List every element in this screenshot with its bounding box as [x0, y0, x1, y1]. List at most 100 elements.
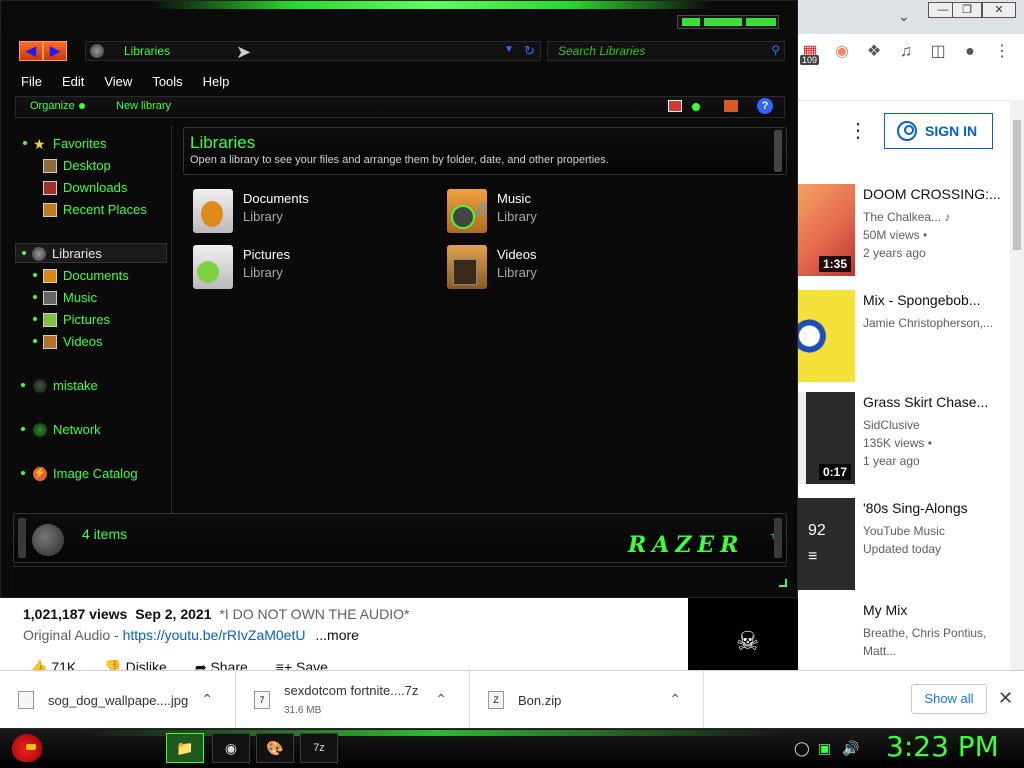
video-thumbnail[interactable]: [798, 290, 855, 382]
library-videos[interactable]: Videos Library: [447, 243, 647, 291]
video-title[interactable]: '80s Sing-Alongs: [863, 498, 1013, 518]
video-title[interactable]: Mix - Spongebob...: [863, 290, 1013, 310]
video-title[interactable]: DOOM CROSSING:...: [863, 184, 1013, 204]
nav-pictures[interactable]: Pictures: [11, 310, 171, 330]
chevron-up-icon[interactable]: ⌃: [435, 691, 447, 708]
download-item[interactable]: Z Bon.zip ⌃: [470, 671, 704, 729]
chevron-up-icon[interactable]: ⌃: [201, 691, 213, 708]
tab-search-chevron-icon[interactable]: ⌄: [898, 8, 910, 25]
search-input[interactable]: Search Libraries ⚲: [547, 41, 785, 61]
nav-music[interactable]: Music: [11, 288, 171, 308]
upload-age: 2 years ago: [863, 246, 926, 260]
profile-avatar-icon[interactable]: ●: [960, 42, 980, 62]
side-panel-icon[interactable]: ◫: [928, 42, 948, 62]
menu-tools[interactable]: Tools: [142, 71, 192, 93]
explorer-icon[interactable]: 📁: [166, 733, 204, 763]
new-library-button[interactable]: New library: [116, 100, 171, 112]
flag-extension-icon[interactable]: ◉: [832, 42, 852, 62]
puzzle-extensions-icon[interactable]: ❖: [864, 42, 884, 62]
video-thumbnail[interactable]: 0:17: [798, 392, 855, 484]
download-item[interactable]: sog_dog_wallpape....jpg ⌃: [0, 671, 236, 729]
download-filename: sog_dog_wallpape....jpg: [48, 693, 189, 708]
scrollbar-thumb[interactable]: [1013, 120, 1021, 250]
back-button[interactable]: ◀: [19, 41, 43, 61]
menu-help[interactable]: Help: [193, 71, 240, 93]
paint-icon[interactable]: 🎨: [256, 733, 294, 763]
taskbar-clock[interactable]: 3:23 PM: [886, 730, 999, 763]
close-window-icon[interactable]: [746, 18, 776, 26]
resize-grip-icon[interactable]: [779, 579, 787, 587]
menu-view[interactable]: View: [94, 71, 142, 93]
start-button[interactable]: [8, 730, 48, 766]
library-documents[interactable]: Documents Library: [193, 187, 393, 235]
channel-name[interactable]: SidClusive: [863, 416, 1013, 434]
volume-icon[interactable]: 🔊: [842, 740, 859, 757]
window-caption-buttons[interactable]: [677, 15, 779, 29]
chrome-icon[interactable]: ◉: [212, 733, 250, 763]
channel-name[interactable]: The Chalkea...: [863, 210, 941, 224]
recommendation-item[interactable]: My Mix Breathe, Chris Pontius, Matt...: [798, 600, 1024, 670]
maximize-icon[interactable]: [704, 18, 742, 26]
minimize-icon[interactable]: [682, 18, 700, 26]
close-button[interactable]: ✕: [982, 2, 1016, 18]
restore-button[interactable]: ❐: [952, 2, 982, 18]
status-bar: [13, 566, 787, 592]
view-dropdown-icon[interactable]: [692, 103, 700, 111]
nav-recent-places[interactable]: Recent Places: [11, 200, 171, 220]
nav-network[interactable]: Network: [11, 420, 171, 440]
nav-videos[interactable]: Videos: [11, 332, 171, 352]
chevron-down-icon[interactable]: ▼: [504, 44, 514, 55]
preview-pane-icon[interactable]: [724, 100, 738, 112]
search-placeholder: Search Libraries: [558, 44, 646, 58]
view-options-icon[interactable]: [668, 100, 682, 112]
video-title[interactable]: My Mix: [863, 600, 1013, 620]
library-name: Documents: [243, 191, 309, 206]
library-pictures[interactable]: Pictures Library: [193, 243, 393, 291]
video-thumbnail[interactable]: 1:35: [798, 184, 855, 276]
playlist-thumbnail[interactable]: 92 ≡: [798, 498, 855, 590]
youtube-more-icon[interactable]: ⋮: [848, 118, 868, 143]
menu-edit[interactable]: Edit: [52, 71, 94, 93]
refresh-icon[interactable]: ↻: [524, 43, 535, 59]
browser-menu-icon[interactable]: ⋮: [992, 42, 1012, 62]
audio-link[interactable]: https://youtu.be/rRIvZaM0etU: [123, 627, 306, 643]
nav-image-catalog[interactable]: ⚡ Image Catalog: [11, 464, 171, 484]
pane-divider[interactable]: [171, 125, 172, 513]
media-control-icon[interactable]: ♫: [896, 42, 916, 62]
channel-name[interactable]: Breathe, Chris Pontius, Matt...: [863, 624, 1013, 660]
menu-file[interactable]: File: [11, 71, 52, 93]
recommendation-item[interactable]: 1:35 DOOM CROSSING:... The Chalkea... ♪ …: [798, 184, 1024, 276]
recommendation-item[interactable]: 92 ≡ '80s Sing-Alongs YouTube Music Upda…: [798, 498, 1024, 590]
nav-mistake[interactable]: mistake: [11, 376, 171, 396]
organize-button[interactable]: Organize: [30, 100, 85, 112]
show-all-button[interactable]: Show all: [911, 684, 987, 714]
recommendation-item[interactable]: Mix - Spongebob... Jamie Christopherson,…: [798, 290, 1024, 382]
channel-name[interactable]: Jamie Christopherson,...: [863, 314, 1013, 332]
nav-desktop[interactable]: Desktop: [11, 156, 171, 176]
7zip-icon[interactable]: 7z: [300, 733, 338, 763]
my-mix-thumbnail[interactable]: ☠: [688, 598, 798, 670]
forward-button[interactable]: ▶: [43, 41, 67, 61]
address-bar[interactable]: Libraries ➤ ▼ ↻: [85, 41, 541, 62]
nav-downloads[interactable]: Downloads: [11, 178, 171, 198]
channel-name[interactable]: YouTube Music: [863, 522, 1013, 540]
tray-monitor-icon[interactable]: ▣: [818, 740, 831, 757]
library-type: Library: [497, 209, 537, 224]
search-icon[interactable]: ⚲: [771, 43, 780, 57]
recommendation-item[interactable]: 0:17 Grass Skirt Chase... SidClusive 135…: [798, 392, 1024, 484]
help-icon[interactable]: ?: [757, 98, 773, 114]
chevron-up-icon[interactable]: ⌃: [669, 691, 681, 708]
duration-badge: 1:35: [818, 256, 851, 272]
nav-favorites[interactable]: ★ Favorites: [11, 134, 171, 154]
sign-in-button[interactable]: SIGN IN: [884, 113, 993, 149]
nav-libraries[interactable]: Libraries: [15, 243, 167, 263]
close-icon[interactable]: ✕: [998, 688, 1013, 709]
breadcrumb[interactable]: Libraries: [124, 44, 170, 58]
download-item[interactable]: 7 sexdotcom fortnite....7z 31.6 MB ⌃: [236, 671, 470, 729]
page-scrollbar[interactable]: [1010, 100, 1024, 670]
more-link[interactable]: ...more: [315, 627, 359, 643]
library-music[interactable]: ♫ Music Library: [447, 187, 647, 235]
tray-network-icon[interactable]: ◯: [794, 740, 810, 757]
nav-documents[interactable]: Documents: [11, 266, 171, 286]
video-title[interactable]: Grass Skirt Chase...: [863, 392, 1013, 412]
